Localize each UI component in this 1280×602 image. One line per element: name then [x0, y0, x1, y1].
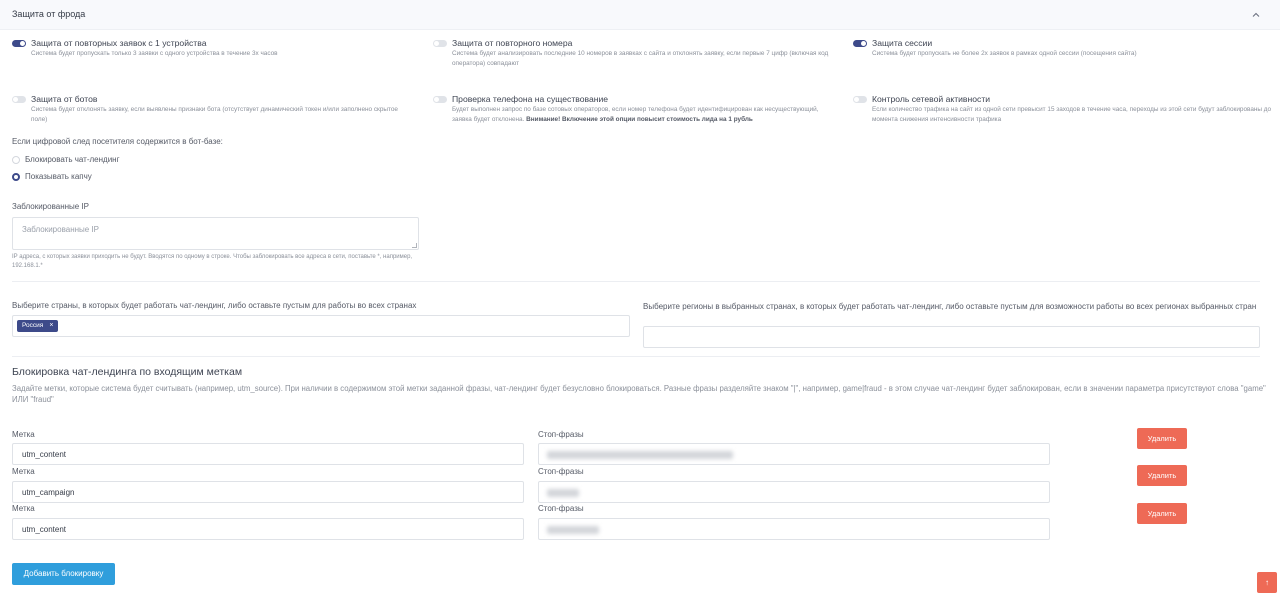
blocked-ip-textarea[interactable]: Заблокированные IP: [12, 217, 419, 250]
radio-circle[interactable]: [12, 156, 20, 164]
regions-select[interactable]: [643, 326, 1260, 348]
blurred-text: [547, 526, 599, 534]
countries-select[interactable]: Россия ×: [12, 315, 630, 337]
tag-input[interactable]: utm_content: [12, 518, 524, 540]
tag-input[interactable]: utm_campaign: [12, 481, 524, 503]
stop-phrases-input[interactable]: [538, 481, 1050, 503]
option-title: Защита от повторного номера: [452, 38, 573, 48]
blocked-ip-hint: IP адреса, с которых заявки приходить не…: [12, 254, 413, 269]
fraud-panel-header[interactable]: Защита от фрода: [0, 0, 1280, 30]
option-warning: Внимание! Включение этой опции повысит с…: [526, 115, 753, 123]
tag-input[interactable]: utm_content: [12, 443, 524, 465]
resize-grip-icon[interactable]: [412, 243, 417, 248]
toggle-phone-check[interactable]: [433, 96, 447, 103]
option-title: Защита от ботов: [31, 94, 98, 104]
stop-phrases-label: Стоп-фразы: [538, 467, 584, 476]
option-title: Защита от повторных заявок с 1 устройств…: [31, 38, 207, 48]
toggle-session[interactable]: [853, 40, 867, 47]
divider: [12, 356, 1260, 357]
option-desc: Система будет анализировать последние 10…: [452, 50, 829, 67]
countries-label: Выберите страны, в которых будет работат…: [12, 301, 417, 310]
tag-label: Метка: [12, 504, 35, 513]
panel-title: Защита от фрода: [12, 9, 86, 19]
radio-show-captcha[interactable]: Показывать капчу: [12, 172, 212, 182]
option-desc: Система будет пропускать не более 2х зая…: [872, 50, 1137, 57]
blurred-text: [547, 451, 733, 459]
radio-block-landing[interactable]: Блокировать чат-лендинг: [12, 155, 212, 165]
toggle-bots[interactable]: [12, 96, 26, 103]
option-title: Контроль сетевой активности: [872, 94, 991, 104]
blocked-ip-label: Заблокированные IP: [12, 202, 90, 211]
option-desc: Будет выполнен запрос по базе сотовых оп…: [452, 106, 819, 123]
scroll-top-button[interactable]: ↑: [1257, 572, 1277, 593]
toggle-repeat-device[interactable]: [12, 40, 26, 47]
toggle-repeat-number[interactable]: [433, 40, 447, 47]
country-tag: Россия ×: [17, 320, 59, 332]
radio-circle[interactable]: [12, 173, 20, 181]
stop-phrases-label: Стоп-фразы: [538, 504, 584, 513]
delete-button[interactable]: Удалить: [1137, 503, 1187, 524]
remove-tag-icon[interactable]: ×: [49, 320, 53, 332]
delete-button[interactable]: Удалить: [1137, 428, 1187, 449]
delete-button[interactable]: Удалить: [1137, 465, 1187, 486]
stop-phrases-label: Стоп-фразы: [538, 430, 584, 439]
blocked-ip-placeholder: Заблокированные IP: [22, 225, 100, 234]
tag-label: Метка: [12, 467, 35, 476]
option-desc: Если количество трафика на сайт из одной…: [872, 106, 1272, 123]
stop-phrases-input[interactable]: [538, 518, 1050, 540]
utm-section-desc: Задайте метки, которые система будет счи…: [12, 384, 1266, 404]
blurred-text: [547, 489, 579, 497]
utm-section-title: Блокировка чат-лендинга по входящим метк…: [12, 366, 243, 378]
toggle-network[interactable]: [853, 96, 867, 103]
botbase-label: Если цифровой след посетителя содержится…: [12, 137, 223, 146]
option-title: Защита сессии: [872, 38, 933, 48]
option-desc: Система будет пропускать только 3 заявки…: [31, 50, 278, 57]
add-block-button[interactable]: Добавить блокировку: [12, 563, 115, 585]
divider: [12, 281, 1260, 282]
option-desc: Система будет отклонять заявку, если выя…: [31, 106, 398, 123]
chevron-up-icon[interactable]: [1250, 9, 1262, 21]
stop-phrases-input[interactable]: [538, 443, 1050, 465]
regions-label: Выберите регионы в выбранных странах, в …: [643, 302, 1257, 311]
tag-label: Метка: [12, 430, 35, 439]
arrow-up-icon: ↑: [1265, 578, 1269, 587]
option-title: Проверка телефона на существование: [452, 94, 609, 104]
